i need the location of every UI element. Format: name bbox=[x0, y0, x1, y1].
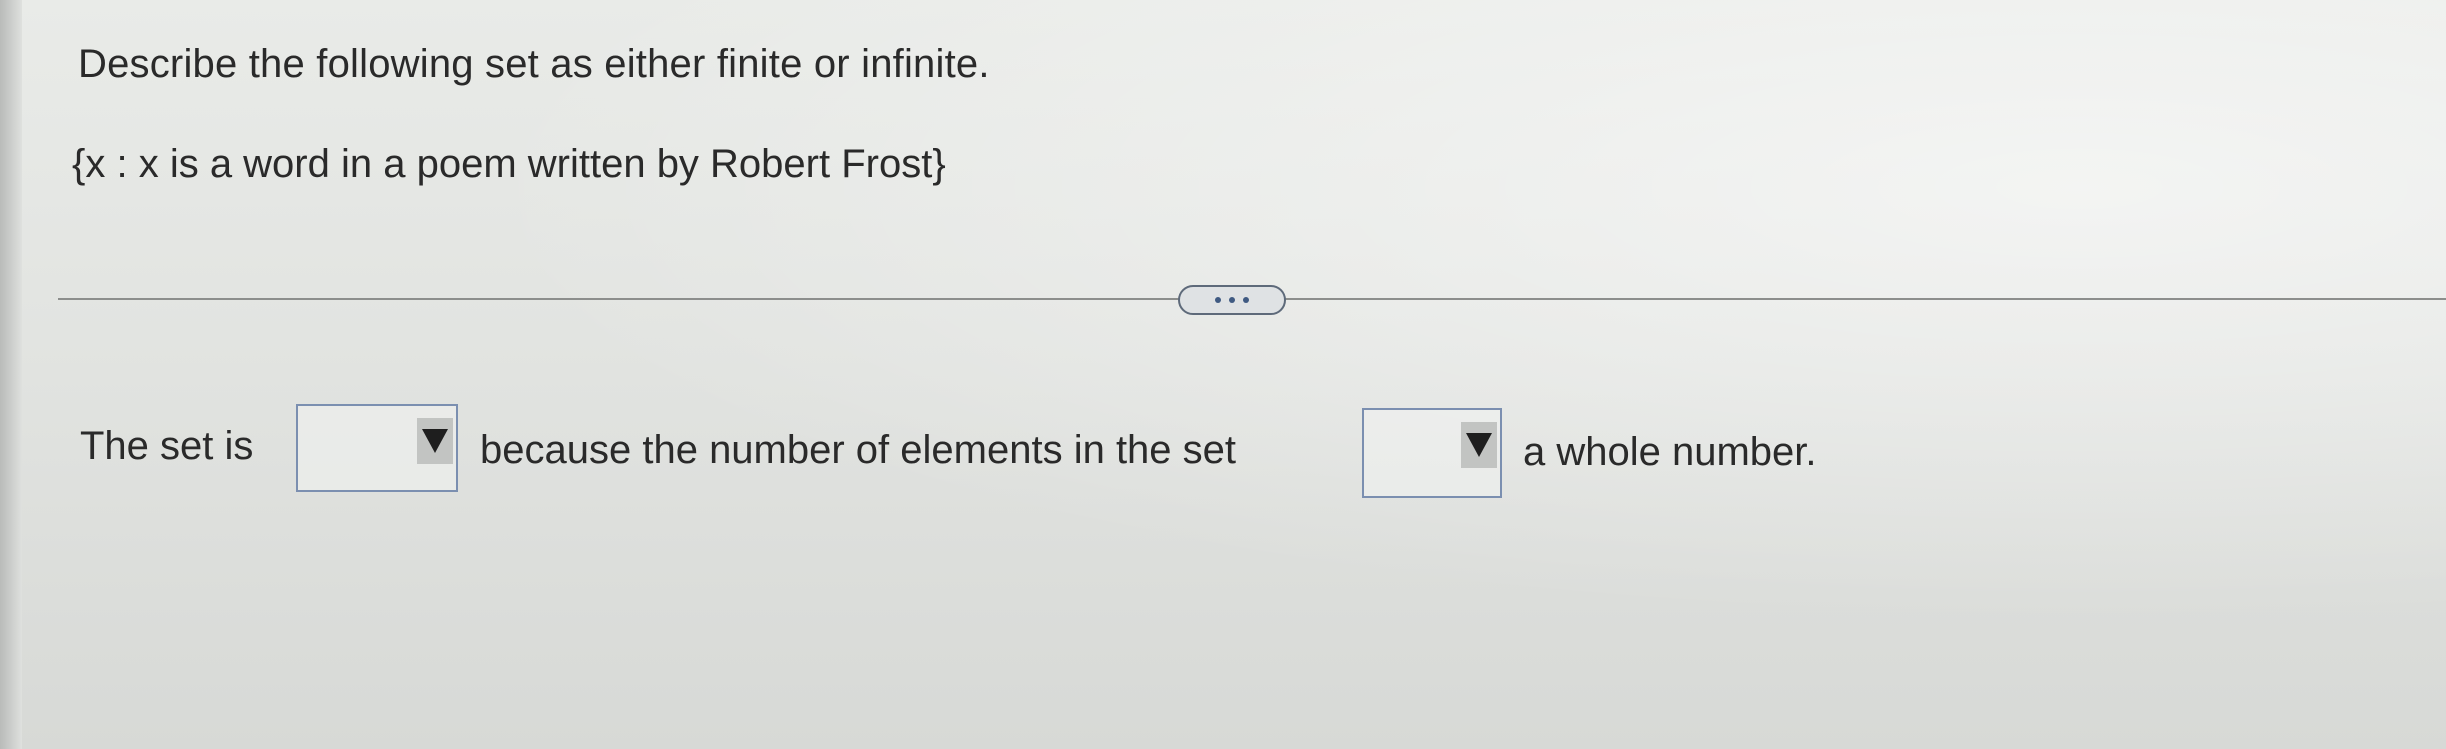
answer-suffix-text: a whole number. bbox=[1523, 430, 1817, 474]
show-more-button[interactable] bbox=[1178, 285, 1286, 315]
dropdown-arrow-button[interactable] bbox=[417, 418, 453, 464]
ellipsis-icon bbox=[1215, 297, 1221, 303]
triangle-down-icon bbox=[422, 429, 448, 453]
ellipsis-icon bbox=[1243, 297, 1249, 303]
ellipsis-icon bbox=[1229, 297, 1235, 303]
dropdown-arrow-button[interactable] bbox=[1461, 422, 1497, 468]
set-notation: {x : x is a word in a poem written by Ro… bbox=[72, 142, 946, 186]
answer-sentence: The set is because the number of element… bbox=[80, 404, 2380, 498]
answer-prefix-text: The set is bbox=[80, 424, 254, 468]
answer-middle-text: because the number of elements in the se… bbox=[480, 428, 1237, 472]
finite-infinite-dropdown[interactable] bbox=[296, 404, 458, 492]
triangle-down-icon bbox=[1466, 433, 1492, 457]
left-edge-shadow bbox=[0, 0, 22, 749]
is-is-not-dropdown[interactable] bbox=[1362, 408, 1502, 498]
question-prompt: Describe the following set as either fin… bbox=[78, 42, 990, 86]
